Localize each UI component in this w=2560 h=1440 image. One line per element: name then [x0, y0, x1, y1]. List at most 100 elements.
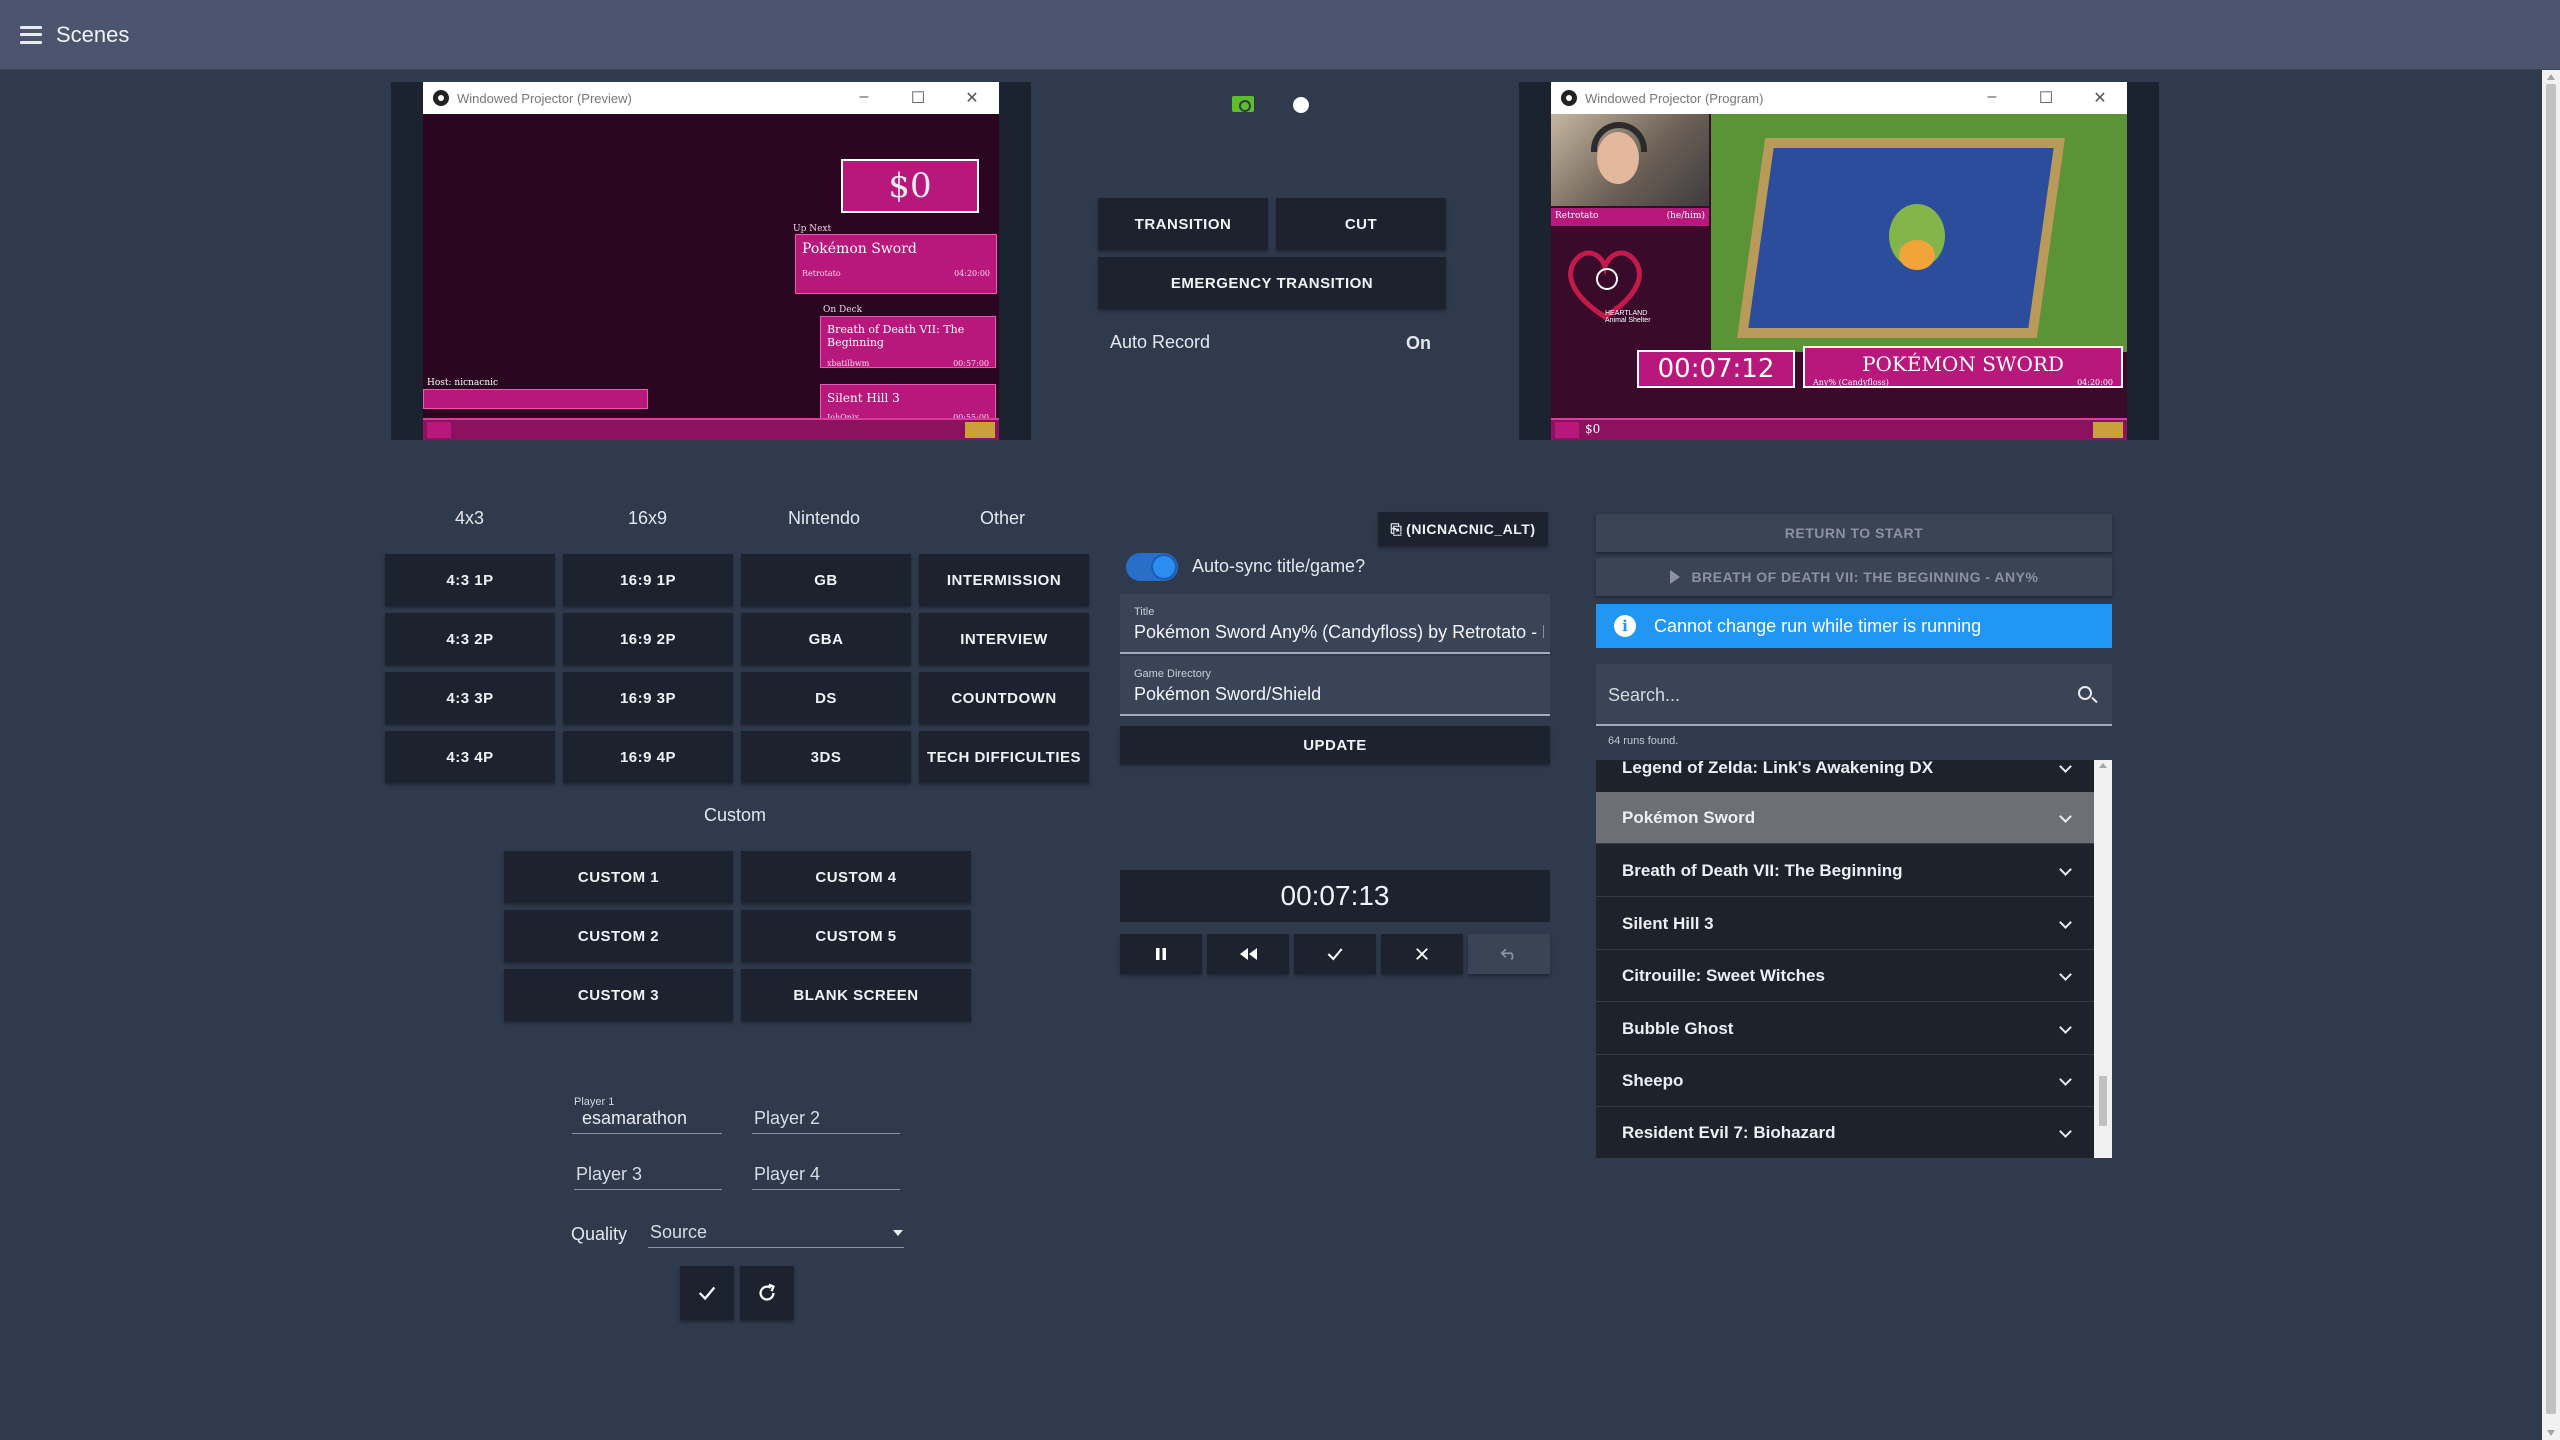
- chevron-down-icon[interactable]: [2059, 810, 2072, 823]
- up-next-estimate: 04:20:00: [954, 269, 990, 278]
- pause-timer-button[interactable]: [1120, 934, 1202, 974]
- scrollbar-thumb[interactable]: [2546, 84, 2556, 1414]
- game-directory-label: Game Directory: [1134, 668, 1212, 680]
- maximize-icon[interactable]: ☐: [891, 88, 945, 108]
- scrollbar-thumb[interactable]: [2099, 1076, 2107, 1126]
- program-window: Windowed Projector (Program) – ☐ ✕ Retro…: [1551, 82, 2127, 440]
- stream-title-label: Title: [1134, 606, 1155, 618]
- player4-field[interactable]: Player 4: [752, 1156, 900, 1190]
- header-16x9: 16x9: [628, 508, 668, 528]
- layout-4x3-1p-button[interactable]: 4:3 1P: [385, 554, 555, 606]
- menu-icon[interactable]: [20, 25, 42, 44]
- run-list-scrollbar[interactable]: [2094, 760, 2112, 1158]
- list-item[interactable]: Sheepo: [1596, 1055, 2094, 1107]
- refresh-players-button[interactable]: [740, 1266, 794, 1320]
- minimize-icon[interactable]: –: [837, 88, 891, 108]
- close-icon[interactable]: ✕: [945, 88, 999, 108]
- layout-16x9-2p-button[interactable]: 16:9 2P: [563, 613, 733, 665]
- tech-difficulties-button[interactable]: TECH DIFFICULTIES: [919, 731, 1089, 783]
- player1-field[interactable]: Player 1 esamarathon: [572, 1096, 722, 1134]
- game-directory-field[interactable]: Game Directory Pokémon Sword/Shield: [1120, 656, 1550, 716]
- page-scrollbar[interactable]: [2542, 70, 2560, 1440]
- autosync-label: Auto-sync title/game?: [1192, 556, 1366, 576]
- layout-16x9-3p-button[interactable]: 16:9 3P: [563, 672, 733, 724]
- custom-3-button[interactable]: CUSTOM 3: [504, 969, 733, 1021]
- scroll-down-icon[interactable]: [2547, 1430, 2555, 1436]
- pause-icon: [1156, 948, 1166, 960]
- layout-4x3-2p-button[interactable]: 4:3 2P: [385, 613, 555, 665]
- player2-field[interactable]: Player 2: [752, 1096, 900, 1134]
- custom-4-button[interactable]: CUSTOM 4: [741, 851, 971, 903]
- custom-5-button[interactable]: CUSTOM 5: [741, 910, 971, 962]
- undo-timer-button[interactable]: [1468, 934, 1550, 974]
- runner-pronouns: (he/him): [1666, 211, 1705, 221]
- quality-label: Quality: [571, 1224, 628, 1244]
- search-icon[interactable]: [2078, 686, 2092, 700]
- scroll-up-icon[interactable]: [2547, 74, 2555, 80]
- layout-gba-button[interactable]: GBA: [741, 613, 911, 665]
- transition-button[interactable]: TRANSITION: [1098, 198, 1268, 250]
- layout-4x3-4p-button[interactable]: 4:3 4P: [385, 731, 555, 783]
- maximize-icon[interactable]: ☐: [2019, 88, 2073, 108]
- on-deck-runner: xbatilbwm: [827, 359, 870, 368]
- layout-gb-button[interactable]: GB: [741, 554, 911, 606]
- stream-title-field[interactable]: Title Pokémon Sword Any% (Candyfloss) by…: [1120, 594, 1550, 654]
- chevron-down-icon[interactable]: [2059, 760, 2072, 773]
- layout-16x9-1p-button[interactable]: 16:9 1P: [563, 554, 733, 606]
- list-item[interactable]: Bubble Ghost: [1596, 1003, 2094, 1055]
- layout-3ds-button[interactable]: 3DS: [741, 731, 911, 783]
- intermission-button[interactable]: INTERMISSION: [919, 554, 1089, 606]
- interview-button[interactable]: INTERVIEW: [919, 613, 1089, 665]
- list-item[interactable]: Legend of Zelda: Link's Awakening DX: [1596, 760, 2094, 794]
- close-icon[interactable]: ✕: [2073, 88, 2127, 108]
- chevron-down-icon[interactable]: [893, 1230, 903, 1236]
- list-item[interactable]: Silent Hill 3: [1596, 898, 2094, 950]
- layout-16x9-4p-button[interactable]: 16:9 4P: [563, 731, 733, 783]
- player3-field[interactable]: Player 3: [574, 1156, 722, 1190]
- auto-record-value[interactable]: On: [1406, 333, 1431, 354]
- twitch-account-button[interactable]: ⎘ (NICNACNIC_ALT): [1378, 512, 1548, 546]
- quality-select[interactable]: Source: [648, 1216, 904, 1248]
- chevron-down-icon[interactable]: [2059, 863, 2072, 876]
- blank-screen-button[interactable]: BLANK SCREEN: [741, 969, 971, 1021]
- autosync-toggle[interactable]: [1126, 553, 1178, 581]
- search-placeholder: Search...: [1608, 685, 1681, 705]
- chevron-down-icon[interactable]: [2059, 1125, 2072, 1138]
- alert-text: Cannot change run while timer is running: [1654, 615, 1982, 636]
- update-button[interactable]: UPDATE: [1120, 726, 1550, 764]
- up-next-run-name: Pokémon Sword: [802, 241, 917, 257]
- finish-timer-button[interactable]: [1294, 934, 1376, 974]
- custom-2-button[interactable]: CUSTOM 2: [504, 910, 733, 962]
- next-run-button[interactable]: BREATH OF DEATH VII: THE BEGINNING - ANY…: [1596, 558, 2112, 596]
- reset-timer-button[interactable]: [1207, 934, 1289, 974]
- chevron-down-icon[interactable]: [2059, 1021, 2072, 1034]
- minimize-icon[interactable]: –: [1965, 88, 2019, 108]
- chevron-down-icon[interactable]: [2059, 968, 2072, 981]
- rewind-icon: [1240, 948, 1257, 960]
- cut-button[interactable]: CUT: [1276, 198, 1446, 250]
- host-label: Host: nicnacnic: [427, 378, 499, 388]
- custom-1-button[interactable]: CUSTOM 1: [504, 851, 733, 903]
- run-name: Citrouille: Sweet Witches: [1622, 965, 1825, 985]
- chevron-down-icon[interactable]: [2059, 1073, 2072, 1086]
- return-to-start-button[interactable]: RETURN TO START: [1596, 514, 2112, 552]
- list-item[interactable]: Resident Evil 7: Biohazard: [1596, 1107, 2094, 1158]
- layout-4x3-3p-button[interactable]: 4:3 3P: [385, 672, 555, 724]
- list-item-selected[interactable]: Pokémon Sword: [1596, 792, 2094, 844]
- list-item[interactable]: Breath of Death VII: The Beginning: [1596, 845, 2094, 897]
- list-item[interactable]: Citrouille: Sweet Witches: [1596, 950, 2094, 1002]
- forfeit-timer-button[interactable]: [1381, 934, 1463, 974]
- run-search-field[interactable]: Search...: [1596, 664, 2112, 726]
- countdown-button[interactable]: COUNTDOWN: [919, 672, 1089, 724]
- layout-ds-button[interactable]: DS: [741, 672, 911, 724]
- auto-record-label: Auto Record: [1110, 332, 1211, 352]
- twitch-account-label: (NICNACNIC_ALT): [1406, 521, 1536, 537]
- obs-logo-icon: [1561, 90, 1577, 106]
- timer-running-alert: i Cannot change run while timer is runni…: [1596, 604, 2112, 648]
- apply-players-button[interactable]: [680, 1266, 734, 1320]
- on-deck-run: Breath of Death VII: The Beginning xbati…: [820, 316, 996, 368]
- chevron-down-icon[interactable]: [2059, 916, 2072, 929]
- emergency-transition-button[interactable]: EMERGENCY TRANSITION: [1098, 257, 1446, 309]
- scroll-up-icon[interactable]: [2099, 763, 2107, 768]
- info-icon: i: [1614, 615, 1636, 637]
